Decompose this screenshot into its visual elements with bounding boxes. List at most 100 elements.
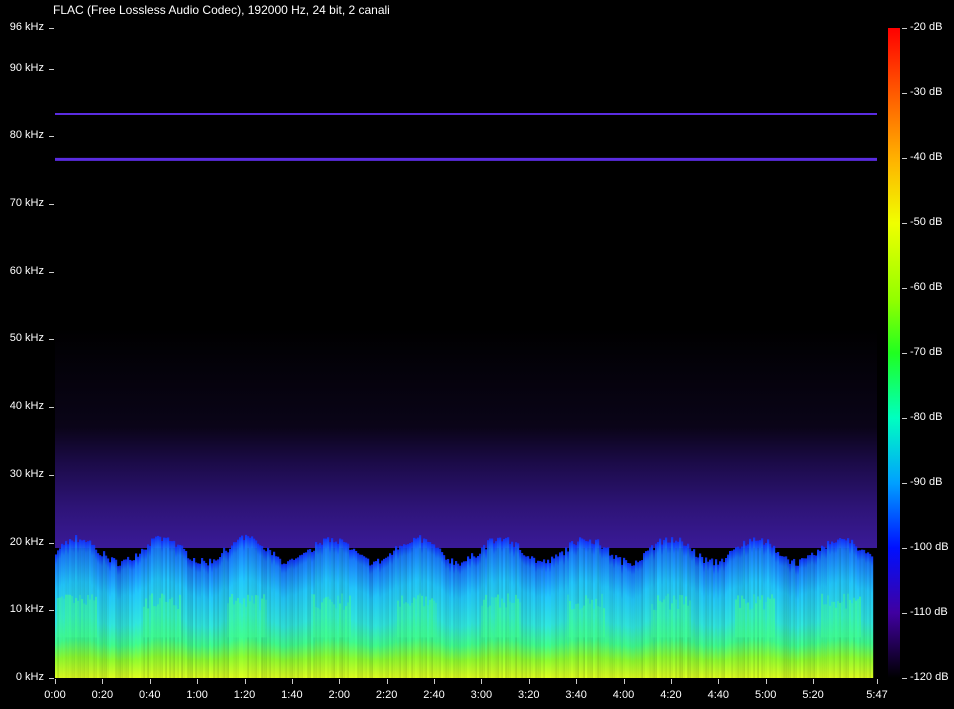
spectrogram-column [117,566,120,678]
spectrogram-highlight [333,604,336,638]
spectrogram-highlight [327,596,330,638]
spectrogram-column [303,552,306,678]
spectrogram-column [383,558,386,678]
spectrogram-column [457,563,460,678]
spectrogram-column [641,560,644,678]
spectrogram-column [797,565,800,678]
time-tick [576,679,578,684]
spectrogram-column [205,562,208,678]
spectrogram-column [643,553,646,678]
spectrogram-column [139,553,142,678]
spectrogram-highlight [827,595,830,638]
spectrogram-highlight [63,598,66,638]
spectrogram-column [625,560,628,678]
spectrogram-highlight [347,602,350,638]
spectrogram-highlight [411,602,414,638]
spectrogram-highlight [847,593,850,638]
spectrogram-highlight [429,599,432,638]
spectrogram-column [551,556,554,678]
spectrogram-column [103,551,106,678]
spectrogram-highlight [837,601,840,638]
spectrogram-column [131,560,134,678]
time-tick [528,679,530,684]
spectrogram-column [703,562,706,678]
spectrogram-highlight [75,597,78,638]
spectrogram-highlight [571,609,574,638]
spectrogram-highlight [263,594,266,638]
spectrogram-highlight [499,607,502,638]
db-tick-label: -40 dB [910,151,943,163]
spectrogram-highlight [95,596,98,638]
time-tick-label: 3:20 [518,689,540,701]
spectrogram-column [367,558,370,678]
spectrogram-column [637,562,640,678]
spectrogram-highlight [839,602,842,638]
spectrogram-column [357,553,360,678]
spectrogram-column [127,556,130,678]
spectrogram-column [445,559,448,678]
spectrogram-column [479,553,482,678]
spectrogram-column [791,560,794,678]
spectrogram-highlight [577,603,580,638]
frequency-tick-label: 30 kHz [9,467,44,480]
spectrogram-column [275,556,278,678]
spectrogram-column [693,549,696,678]
spectrogram-column [287,561,290,678]
frequency-tick [49,136,54,138]
time-tick [244,679,246,684]
spectrogram-highlight [255,595,258,638]
spectrogram-column [561,551,564,678]
spectrogram-column [639,560,642,678]
time-tick-label: 0:40 [139,689,161,701]
spectrogram-highlight [155,606,158,638]
time-tick-label: 1:00 [186,689,208,701]
spectrogram-highlight [853,597,856,638]
spectrogram-column [449,563,452,678]
spectrogram-column [361,554,364,678]
spectrogram-column [351,549,354,678]
spectrogram-column [113,558,116,678]
spectrogram-column [541,561,544,678]
spectrogram-highlight [589,603,592,638]
spectrogram-column [135,553,138,678]
time-tick [55,679,56,684]
spectrogram-highlight [405,602,408,638]
spectrogram-column [779,555,782,678]
spectrogram-highlight [73,603,76,638]
spectrogram-highlight [145,598,148,638]
frequency-tick [49,271,54,273]
time-tick-label: 3:00 [470,689,493,701]
time-tick-label: 5:00 [754,689,777,701]
spectrogram-column [439,548,442,678]
spectrogram-image [55,28,877,678]
spectrogram-highlight [315,606,318,638]
spectrogram-highlight [179,594,182,638]
spectrogram-highlight [427,605,430,638]
spectrogram-column [711,558,714,678]
spectrogram-highlight [249,601,252,638]
spectrogram-highlight [745,603,748,638]
spectrogram-highlight [661,602,664,638]
spectrogram-highlight [857,599,860,638]
spectrogram-highlight [329,599,332,638]
spectrogram-column [533,557,536,678]
spectrogram-highlight [773,598,776,638]
db-tick-label: -80 dB [910,411,943,423]
spectrogram-column [97,553,100,678]
spectrogram-column [301,554,304,678]
spectrogram-column [291,558,294,678]
db-tick-label: -110 dB [910,606,948,618]
spectrogram-highlight [517,598,520,638]
spectrogram-column [647,550,650,678]
spectrogram-highlight [67,594,70,638]
spectrogram-highlight [317,607,320,638]
spectrogram-highlight [401,595,404,638]
time-tick-label: 1:20 [233,689,256,701]
spectrogram-highlight [165,601,168,638]
spectrogram-column [203,560,206,678]
frequency-tick-label: 0 kHz [15,671,44,683]
frequency-tick-label: 80 kHz [9,129,44,142]
spectrogram-column [527,556,530,678]
spectrogram-highlight [851,603,854,638]
spectrogram-column [441,552,444,678]
